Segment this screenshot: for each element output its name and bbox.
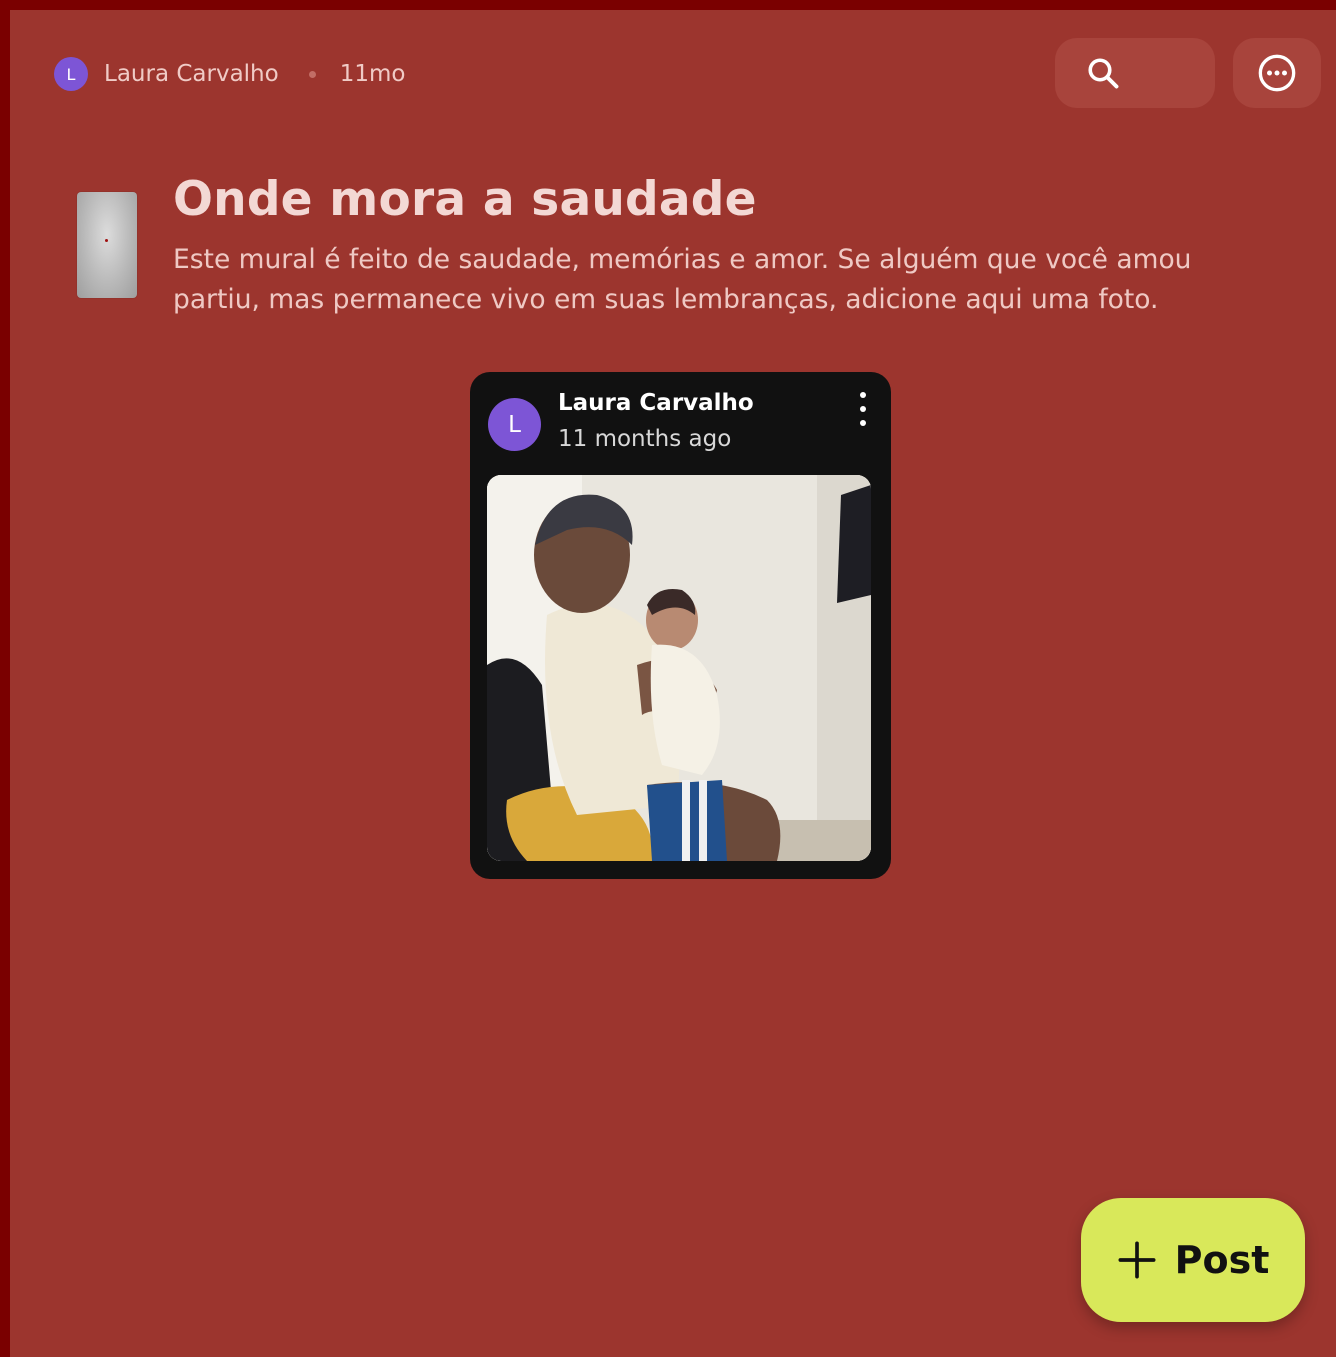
more-options-button[interactable] bbox=[1233, 38, 1321, 108]
post-timestamp: 11 months ago bbox=[558, 426, 732, 452]
search-icon bbox=[1088, 58, 1119, 89]
wall-icon-image bbox=[77, 192, 137, 298]
wall-author-info[interactable]: L Laura Carvalho 11mo bbox=[54, 56, 405, 92]
wall-title: Onde mora a saudade bbox=[173, 172, 757, 227]
more-horizontal-circle-icon bbox=[1258, 54, 1296, 92]
author-name: Laura Carvalho bbox=[104, 61, 279, 87]
plus-icon bbox=[1118, 1241, 1156, 1279]
wall-description: Este mural é feito de saudade, memórias … bbox=[173, 244, 1192, 315]
add-post-button[interactable]: Post bbox=[1081, 1198, 1305, 1322]
separator-dot bbox=[308, 70, 316, 78]
post-photo[interactable] bbox=[487, 475, 871, 861]
padlet-wall: L Laura Carvalho 11mo Onde mora a saudad… bbox=[10, 10, 1336, 1357]
search-button[interactable] bbox=[1055, 38, 1215, 108]
post-author-name: Laura Carvalho bbox=[558, 390, 754, 416]
wall-age: 11mo bbox=[339, 61, 406, 87]
photo-illustration bbox=[487, 475, 871, 861]
kebab-menu-icon bbox=[860, 392, 866, 398]
post-author-avatar: L bbox=[488, 398, 541, 451]
post-card[interactable]: L Laura Carvalho 11 months ago bbox=[470, 372, 891, 879]
author-avatar: L bbox=[54, 57, 88, 91]
add-post-label: Post bbox=[1174, 1238, 1270, 1282]
post-menu-button[interactable] bbox=[853, 392, 873, 426]
